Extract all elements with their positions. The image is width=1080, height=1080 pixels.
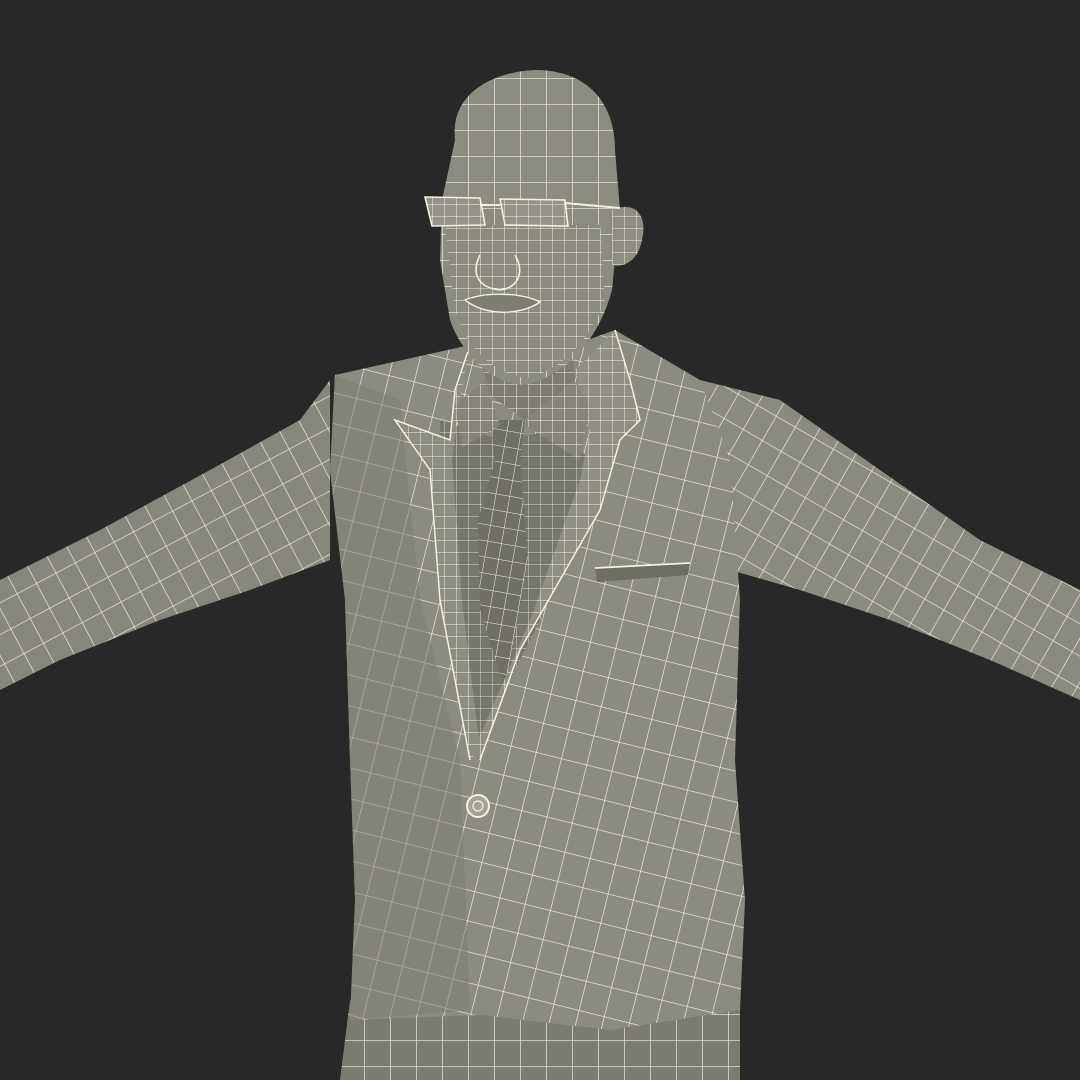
ear — [612, 206, 644, 266]
right-arm — [700, 380, 1080, 700]
jacket-button — [466, 794, 490, 818]
render-viewport — [0, 0, 1080, 1080]
head — [440, 70, 620, 385]
wireframe-figure — [0, 70, 1080, 1080]
left-arm — [0, 380, 330, 690]
